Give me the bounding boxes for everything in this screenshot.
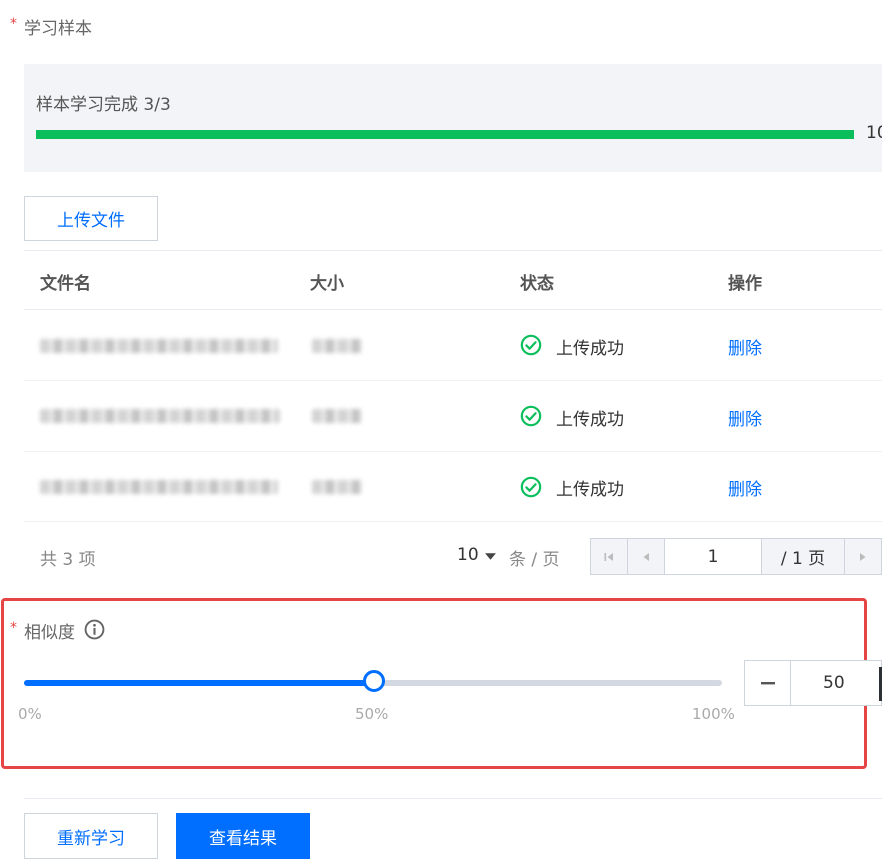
filename-redacted [40,409,280,423]
check-circle-icon [520,476,542,498]
next-page-icon [860,552,866,561]
status-text: 上传成功 [556,339,624,359]
filename-redacted [40,339,278,353]
required-mark: * [10,620,17,636]
filesize-redacted [312,409,362,423]
caret-down-icon[interactable] [484,552,497,561]
slider-max-label: 100% [692,705,735,723]
relearn-button[interactable]: 重新学习 [24,813,158,859]
upload-file-button[interactable]: 上传文件 [24,196,158,241]
check-circle-icon [520,405,542,427]
check-circle-icon [520,334,542,356]
similarity-slider-fill [24,680,373,686]
page-size-select[interactable]: 10 [457,545,479,565]
file-table: 文件名 大小 状态 操作 上传成功 删除 上传成功 删除 上传成功 删除 共 3… [24,250,882,591]
table-row: 上传成功 删除 [24,310,882,381]
filesize-redacted [312,339,362,353]
first-page-icon [604,552,613,561]
slider-min-label: 0% [18,705,42,723]
divider [24,798,882,799]
progress-bar-fill [36,130,854,139]
total-pages: / 1 页 [761,538,845,575]
table-row: 上传成功 删除 [24,451,882,522]
page-number-input[interactable]: 1 [664,538,762,575]
similarity-label: 相似度 [24,623,75,643]
status-text: 上传成功 [556,410,624,430]
table-row: 上传成功 删除 [24,381,882,452]
delete-link[interactable]: 删除 [728,405,762,430]
progress-title: 样本学习完成 3/3 [36,95,171,115]
first-page-button[interactable] [590,538,628,575]
prev-page-icon [643,552,649,561]
similarity-value-input[interactable]: 50 [823,673,845,693]
decrement-button[interactable] [745,661,791,705]
status-text: 上传成功 [556,480,624,500]
minus-icon [760,682,775,685]
sample-label: 学习样本 [24,19,92,39]
similarity-slider-handle[interactable] [363,670,385,692]
info-icon[interactable] [84,619,105,640]
table-header: 文件名 大小 状态 操作 [24,251,882,310]
filesize-redacted [312,480,362,494]
view-results-button[interactable]: 查看结果 [176,813,310,859]
similarity-stepper: 50 [744,660,882,706]
progress-panel [24,64,882,172]
column-header-size: 大小 [310,274,344,294]
column-header-action: 操作 [728,274,762,294]
next-page-button[interactable] [844,538,882,575]
total-count: 共 3 项 [40,550,96,570]
slider-mid-label: 50% [355,705,389,723]
progress-bar-track [36,130,854,139]
required-mark: * [10,16,17,32]
progress-percent: 10 [866,123,882,143]
delete-link[interactable]: 删除 [728,334,762,359]
column-header-status: 状态 [520,274,554,294]
column-header-filename: 文件名 [40,274,91,294]
delete-link[interactable]: 删除 [728,475,762,500]
page-size-unit: 条 / 页 [509,550,560,570]
prev-page-button[interactable] [627,538,665,575]
filename-redacted [40,480,278,494]
pagination: 共 3 项 10 条 / 页 1 / 1 页 [24,521,882,591]
